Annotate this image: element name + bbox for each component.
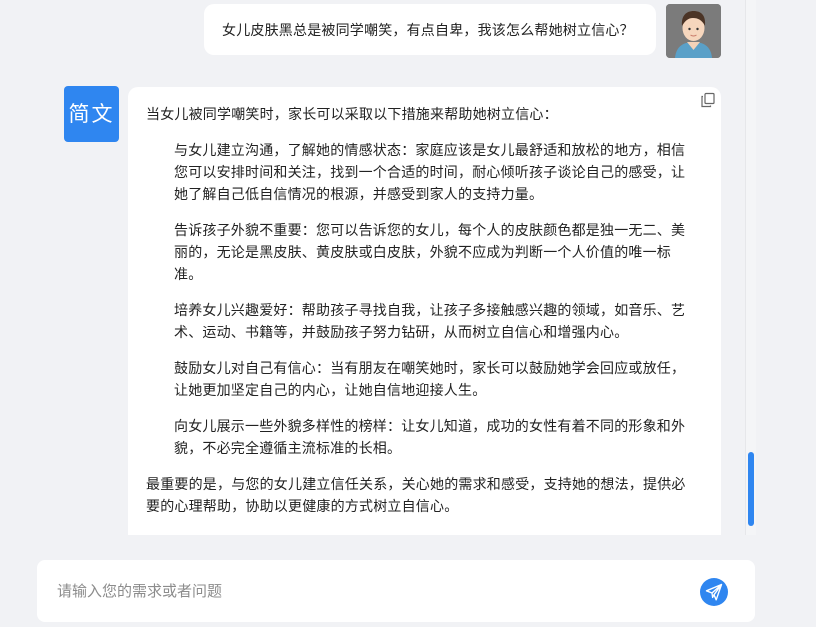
copy-icon[interactable] [700,92,716,108]
user-avatar-icon [666,4,721,58]
question-input[interactable] [57,560,687,622]
answer-list: 与女儿建立沟通，了解她的情感状态：家庭应该是女儿最舒适和放松的地方，相信您可以安… [146,140,695,460]
input-bar [37,560,755,622]
answer-outro: 最重要的是，与您的女儿建立信任关系，关心她的需求和感受，支持她的想法，提供必要的… [146,477,686,515]
answer-intro: 当女儿被同学嘲笑时，家长可以采取以下措施来帮助她树立信心： [146,107,558,123]
answer-item: 与女儿建立沟通，了解她的情感状态：家庭应该是女儿最舒适和放松的地方，相信您可以安… [174,143,686,203]
send-icon [705,583,723,601]
answer-item: 鼓励女儿对自己有信心：当有朋友在嘲笑她时，家长可以鼓励她学会回应或放任，让她更加… [174,361,686,399]
user-message-bubble: 女儿皮肤黑总是被同学嘲笑，有点自卑，我该怎么帮她树立信心？ [204,4,656,55]
send-button[interactable] [700,578,728,606]
bot-avatar-label: 简文 [68,102,115,126]
answer-item: 告诉孩子外貌不重要：您可以告诉您的女儿，每个人的皮肤颜色都是独一无二、美丽的，无… [174,223,686,283]
chat-scrollbar-thumb[interactable] [748,452,754,526]
answer-item: 培养女儿兴趣爱好：帮助孩子寻找自我，让孩子多接触感兴趣的领域，如音乐、艺术、运动… [174,303,686,341]
user-message-text: 女儿皮肤黑总是被同学嘲笑，有点自卑，我该怎么帮她树立信心？ [222,23,634,39]
bot-answer-card: 当女儿被同学嘲笑时，家长可以采取以下措施来帮助她树立信心： 与女儿建立沟通，了解… [128,87,721,535]
answer-item: 向女儿展示一些外貌多样性的榜样：让女儿知道，成功的女性有着不同的形象和外貌，不必… [174,419,686,457]
chat-area: 女儿皮肤黑总是被同学嘲笑，有点自卑，我该怎么帮她树立信心？ 简文 当女儿被同学嘲… [0,0,756,535]
bot-avatar: 简文 [64,86,119,142]
